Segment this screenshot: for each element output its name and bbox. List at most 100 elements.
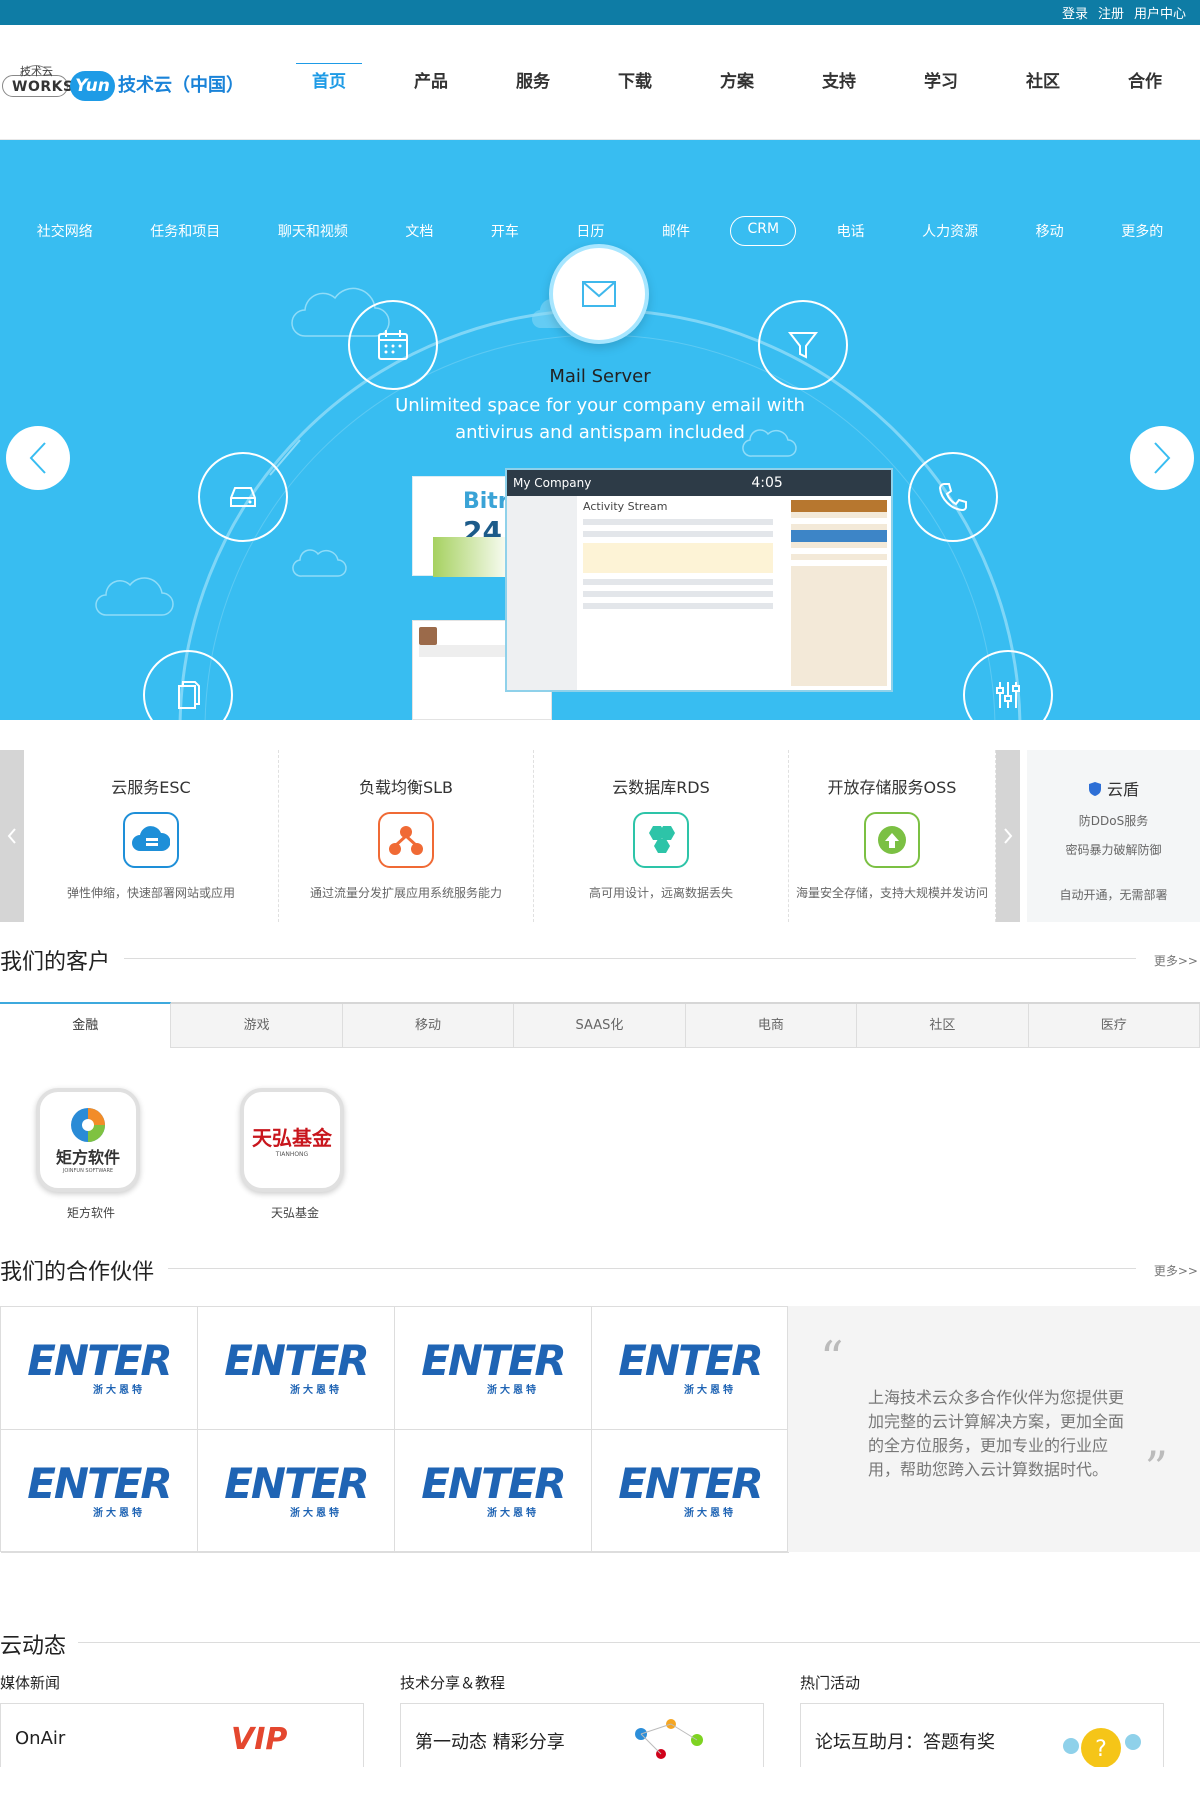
tab-saas[interactable]: SAAS化 [514, 1004, 686, 1048]
hero-prev-button[interactable] [6, 426, 70, 490]
partners-title: 我们的合作伙伴 [0, 1254, 165, 1286]
mail-feature-circle[interactable] [549, 244, 649, 344]
storage-circle[interactable] [198, 452, 288, 542]
service-card-oss[interactable]: 开放存储服务OSS 海量安全存储，支持大规模并发访问 [789, 750, 996, 922]
tab-medical[interactable]: 医疗 [1028, 1004, 1200, 1048]
phone-icon [938, 483, 967, 512]
nav-cooperation[interactable]: 合作 [1094, 25, 1196, 140]
customer-category-tabs: 金融 游戏 移动 SAAS化 电商 社区 医疗 [0, 1002, 1200, 1048]
shield-title-row: 云盾 [1027, 776, 1200, 800]
load-balancer-icon [378, 812, 434, 868]
partner-logo[interactable]: ENTER 浙大恩特 [395, 1430, 592, 1553]
nav-community[interactable]: 社区 [992, 25, 1094, 140]
partner-logo-sub: 浙大恩特 [684, 1507, 736, 1519]
news-columns: 媒体新闻 OnAir VIP 技术分享＆教程 第一动态 精彩分享 热门活动 论坛… [0, 1662, 1200, 1767]
client-logo: 矩方软件 JOINFUN SOFTWARE [36, 1088, 140, 1192]
nav-support[interactable]: 支持 [788, 25, 890, 140]
customers-header: 我们的客户 更多>> [0, 938, 1200, 978]
section-divider [168, 1268, 1136, 1269]
service-desc: 高可用设计，远离数据丢失 [588, 886, 733, 900]
subnav-drive[interactable]: 开车 [474, 216, 536, 246]
partners-panel: ENTER 浙大恩特 ENTER 浙大恩特 ENTER 浙大恩特 ENTER 浙大恩特 … [0, 1306, 1200, 1553]
partner-logo[interactable]: ENTER 浙大恩特 [592, 1307, 789, 1430]
hero-desc-line2: antivirus and antispam included [455, 422, 745, 443]
partner-logo-grid: ENTER 浙大恩特 ENTER 浙大恩特 ENTER 浙大恩特 ENTER 浙大恩特 … [0, 1306, 789, 1553]
mock-feed-card [583, 543, 773, 573]
subnav-hr[interactable]: 人力资源 [905, 216, 995, 246]
subnav-chat[interactable]: 聊天和视频 [261, 216, 365, 246]
tab-mobile[interactable]: 移动 [342, 1004, 515, 1048]
subnav-crm[interactable]: CRM [730, 216, 797, 246]
nav-products[interactable]: 产品 [380, 25, 482, 140]
nav-solutions[interactable]: 方案 [686, 25, 788, 140]
user-center-link[interactable]: 用户中心 [1134, 3, 1186, 22]
hero-next-button[interactable] [1130, 426, 1194, 490]
service-card-esc[interactable]: 云服务ESC 弹性伸缩，快速部署网站或应用 [24, 750, 279, 922]
client-logo-sub: JOINFUN SOFTWARE [62, 1168, 114, 1174]
news-card-title: 第一动态 精彩分享 [415, 1732, 565, 1753]
subnav-calendar[interactable]: 日历 [559, 216, 621, 246]
phone-circle[interactable] [908, 452, 998, 542]
sliders-icon [996, 682, 1020, 708]
partner-logo-sub: 浙大恩特 [93, 1384, 145, 1396]
hero-banner: 社交网络 任务和项目 聊天和视频 文档 开车 日历 邮件 CRM 电话 人力资源… [0, 140, 1200, 720]
subnav-docs[interactable]: 文档 [388, 216, 450, 246]
cloud-shield-panel[interactable]: 云盾 防DDoS服务 密码暴力破解防御 自动开通，无需部署 [1027, 750, 1200, 922]
services-next-button[interactable] [996, 750, 1020, 922]
news-column-events: 热门活动 论坛互助月：答题有奖 ? [800, 1672, 1200, 1767]
news-card[interactable]: 论坛互助月：答题有奖 ? [800, 1703, 1164, 1767]
cloud-server-icon [123, 812, 179, 868]
partners-more-link[interactable]: 更多>> [1154, 1262, 1198, 1279]
service-title: 开放存储服务OSS [827, 778, 957, 797]
hero-title: Mail Server [549, 366, 651, 387]
nav-download[interactable]: 下载 [584, 25, 686, 140]
news-card[interactable]: OnAir VIP [0, 1703, 364, 1767]
partner-logo-text: ENTER [421, 1458, 567, 1508]
subnav-phone[interactable]: 电话 [820, 216, 882, 246]
nav-services[interactable]: 服务 [482, 25, 584, 140]
tab-games[interactable]: 游戏 [171, 1004, 343, 1048]
partner-logo-text: ENTER [421, 1335, 567, 1385]
site-logo[interactable]: 技术云 WORKS Yun 技术云（中国） [2, 49, 244, 109]
hero-description: Unlimited space for your company email w… [0, 392, 1200, 446]
mock-feed-line [583, 603, 773, 609]
mock-time: 4:05 [751, 475, 783, 491]
tab-community[interactable]: 社区 [857, 1004, 1029, 1048]
open-quote-icon: “ [820, 1331, 844, 1385]
partner-logo-sub: 浙大恩特 [684, 1384, 736, 1396]
subnav-social[interactable]: 社交网络 [20, 216, 110, 246]
client-item[interactable]: 矩方软件 JOINFUN SOFTWARE 矩方软件 [36, 1088, 146, 1238]
tab-finance[interactable]: 金融 [0, 1002, 172, 1048]
service-card-slb[interactable]: 负载均衡SLB 通过流量分发扩展应用系统服务能力 [279, 750, 534, 922]
nav-home[interactable]: 首页 [278, 25, 380, 140]
news-column-title: 媒体新闻 [0, 1674, 61, 1692]
mock-feed: Activity Stream [583, 500, 773, 615]
news-card[interactable]: 第一动态 精彩分享 [400, 1703, 764, 1767]
register-link[interactable]: 注册 [1098, 3, 1124, 22]
news-column-media: 媒体新闻 OnAir VIP [0, 1672, 400, 1767]
tab-ecommerce[interactable]: 电商 [685, 1004, 858, 1048]
partner-logo[interactable]: ENTER 浙大恩特 [198, 1430, 395, 1553]
subnav-tasks[interactable]: 任务和项目 [133, 216, 237, 246]
partner-logo-sub: 浙大恩特 [487, 1507, 539, 1519]
client-item[interactable]: 天弘基金 TIANHONG 天弘基金 [240, 1088, 350, 1238]
shield-icon [1088, 782, 1101, 796]
partner-logo[interactable]: ENTER 浙大恩特 [395, 1307, 592, 1430]
partner-logo[interactable]: ENTER 浙大恩特 [1, 1430, 198, 1553]
customers-more-link[interactable]: 更多>> [1154, 952, 1198, 969]
partner-logo[interactable]: ENTER 浙大恩特 [1, 1307, 198, 1430]
section-divider [78, 1642, 1200, 1643]
partner-logo[interactable]: ENTER 浙大恩特 [198, 1307, 395, 1430]
partner-logo-text: ENTER [618, 1335, 764, 1385]
partner-logo[interactable]: ENTER 浙大恩特 [592, 1430, 789, 1553]
nav-learn[interactable]: 学习 [890, 25, 992, 140]
subnav-more[interactable]: 更多的 [1104, 216, 1180, 246]
mock-feed-line [583, 579, 773, 585]
service-card-rds[interactable]: 云数据库RDS 高可用设计，远离数据丢失 [534, 750, 789, 922]
subnav-mobile[interactable]: 移动 [1019, 216, 1081, 246]
subnav-mail[interactable]: 邮件 [645, 216, 707, 246]
partner-logo-sub: 浙大恩特 [290, 1384, 342, 1396]
section-divider [124, 958, 1136, 959]
login-link[interactable]: 登录 [1062, 3, 1088, 22]
services-prev-button[interactable] [0, 750, 24, 922]
